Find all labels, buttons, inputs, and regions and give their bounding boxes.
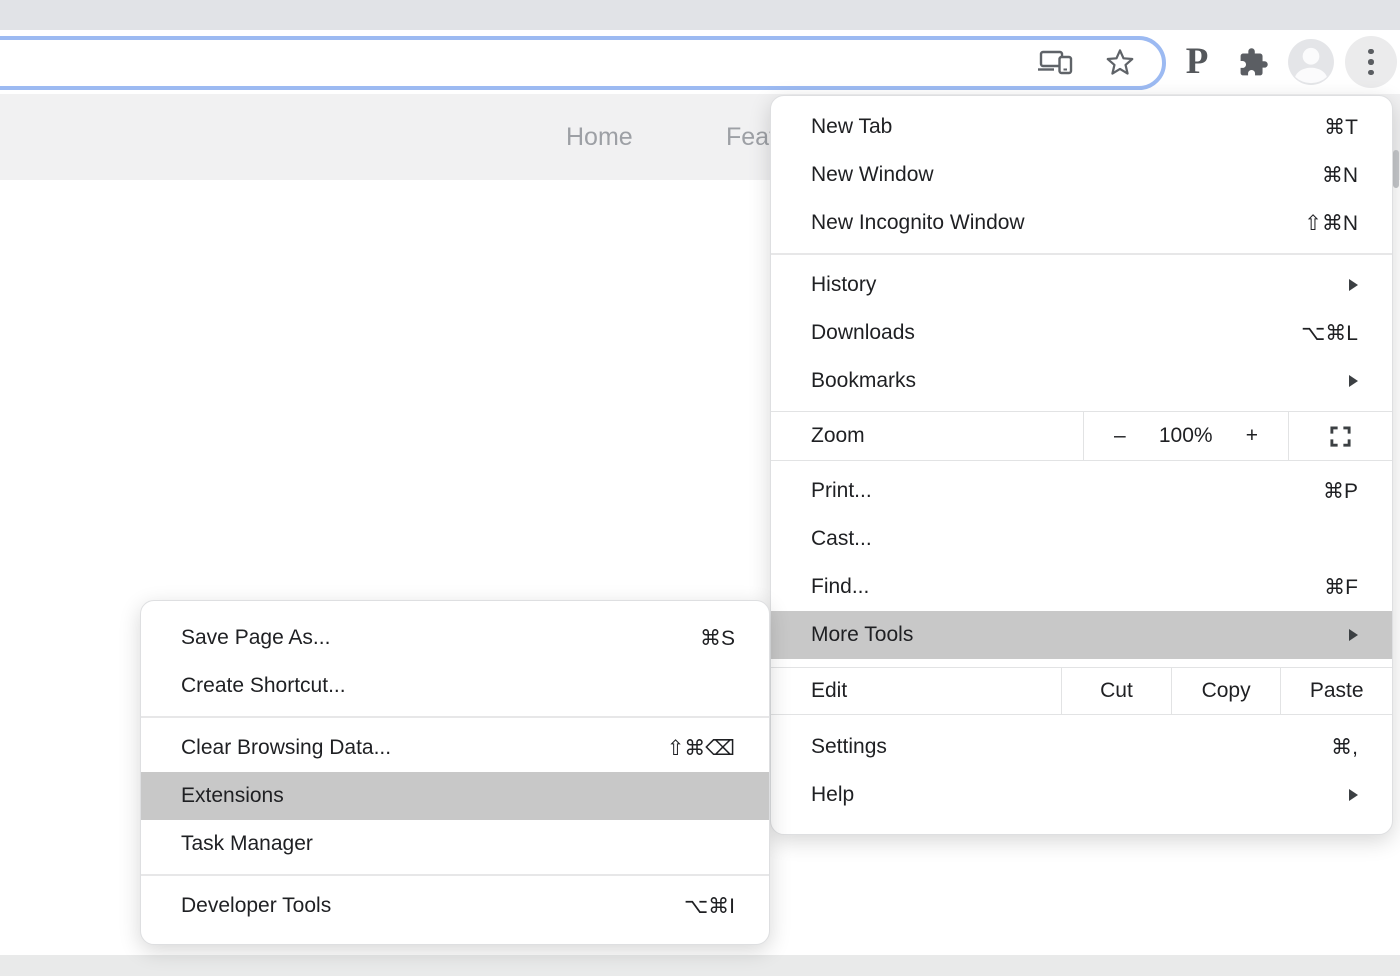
menu-item-settings[interactable]: Settings ⌘, [771,723,1392,771]
menu-item-more-tools[interactable]: More Tools [771,611,1392,659]
zoom-out-button[interactable]: – [1114,424,1126,448]
menu-edit-row: Edit Cut Copy Paste [771,667,1392,715]
menu-item-label: New Tab [811,115,1324,139]
menu-item-find[interactable]: Find... ⌘F [771,563,1392,611]
menu-item-shortcut: ⌘, [1331,735,1358,760]
menu-dot [1368,49,1374,55]
submenu-item-extensions[interactable]: Extensions [141,772,769,820]
menu-item-shortcut: ⌘T [1324,115,1358,140]
menu-item-label: Print... [811,479,1323,503]
cut-button[interactable]: Cut [1062,668,1172,714]
menu-item-label: Cast... [811,527,1358,551]
menu-item-shortcut: ⌘F [1324,575,1358,600]
menu-item-shortcut: ⌥⌘I [684,894,735,919]
extension-p-icon[interactable]: P [1175,30,1219,94]
menu-item-shortcut: ⌥⌘L [1301,321,1358,346]
menu-item-label: More Tools [811,623,1349,647]
bookmark-star-icon[interactable] [1104,47,1136,79]
toolbar-extensions-area: P [1175,30,1400,94]
submenu-item-task-manager[interactable]: Task Manager [141,820,769,868]
submenu-item-save-page-as[interactable]: Save Page As... ⌘S [141,614,769,662]
fullscreen-icon [1329,425,1352,448]
submenu-arrow-icon [1349,629,1358,641]
menu-zoom-row: Zoom – 100% + [771,411,1392,461]
address-bar[interactable] [0,36,1166,90]
menu-item-shortcut: ⌘N [1322,163,1358,188]
tab-strip [0,0,1400,30]
menu-dot [1368,70,1374,76]
menu-item-new-tab[interactable]: New Tab ⌘T [771,103,1392,151]
menu-item-label: Clear Browsing Data... [181,736,667,760]
menu-item-label: Downloads [811,321,1301,345]
menu-item-new-incognito-window[interactable]: New Incognito Window ⇧⌘N [771,199,1392,247]
submenu-item-developer-tools[interactable]: Developer Tools ⌥⌘I [141,882,769,930]
zoom-in-button[interactable]: + [1246,424,1258,448]
menu-item-shortcut: ⌘S [700,626,735,651]
menu-item-cast[interactable]: Cast... [771,515,1392,563]
browser-window: P Home Features New Tab ⌘T [0,0,1400,976]
menu-item-label: Settings [811,735,1331,759]
profile-avatar[interactable] [1287,38,1335,86]
menu-item-label: Save Page As... [181,626,700,650]
menu-item-downloads[interactable]: Downloads ⌥⌘L [771,309,1392,357]
menu-item-shortcut: ⇧⌘N [1304,211,1358,236]
copy-button[interactable]: Copy [1172,668,1282,714]
send-to-devices-icon[interactable] [1038,48,1074,78]
menu-item-label: Create Shortcut... [181,674,735,698]
browser-menu-button[interactable] [1345,36,1397,88]
submenu-arrow-icon [1349,789,1358,801]
menu-item-label: Bookmarks [811,369,1349,393]
submenu-item-create-shortcut[interactable]: Create Shortcut... [141,662,769,710]
submenu-item-clear-browsing-data[interactable]: Clear Browsing Data... ⇧⌘⌫ [141,724,769,772]
menu-item-label: History [811,273,1349,297]
nav-link-home[interactable]: Home [566,94,633,180]
browser-main-menu: New Tab ⌘T New Window ⌘N New Incognito W… [770,95,1393,835]
menu-item-print[interactable]: Print... ⌘P [771,467,1392,515]
menu-item-shortcut: ⌘P [1323,479,1358,504]
page-bottom-band [0,955,1400,976]
fullscreen-button[interactable] [1289,412,1392,460]
menu-separator [141,874,769,876]
edit-label: Edit [771,668,1062,714]
menu-separator [141,716,769,718]
zoom-controls: – 100% + [1084,412,1289,460]
menu-item-bookmarks[interactable]: Bookmarks [771,357,1392,405]
menu-item-label: Find... [811,575,1324,599]
menu-item-label: Help [811,783,1349,807]
menu-dot [1368,59,1374,65]
menu-item-new-window[interactable]: New Window ⌘N [771,151,1392,199]
menu-item-label: Extensions [181,784,735,808]
zoom-label: Zoom [771,412,1084,460]
menu-item-label: Task Manager [181,832,735,856]
menu-item-label: New Incognito Window [811,211,1304,235]
menu-item-history[interactable]: History [771,261,1392,309]
submenu-arrow-icon [1349,279,1358,291]
menu-item-label: Developer Tools [181,894,684,918]
paste-button[interactable]: Paste [1281,668,1392,714]
more-tools-submenu: Save Page As... ⌘S Create Shortcut... Cl… [140,600,770,945]
menu-item-shortcut: ⇧⌘⌫ [667,736,735,761]
submenu-arrow-icon [1349,375,1358,387]
extensions-puzzle-icon[interactable] [1229,47,1277,78]
menu-item-help[interactable]: Help [771,771,1392,819]
menu-item-label: New Window [811,163,1322,187]
page-scrollbar-thumb[interactable] [1393,150,1399,188]
zoom-level-value: 100% [1159,424,1213,448]
menu-separator [771,253,1392,255]
